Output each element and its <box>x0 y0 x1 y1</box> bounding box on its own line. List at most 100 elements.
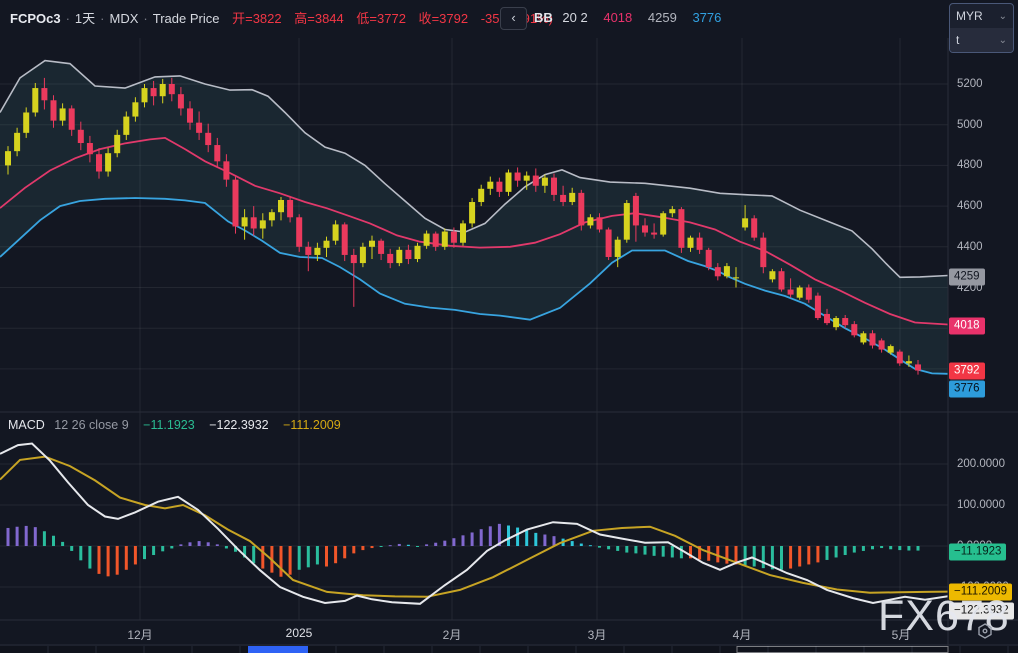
candle-91[interactable] <box>833 318 839 327</box>
exchange-label[interactable]: MDX <box>110 11 139 26</box>
candle-7[interactable] <box>69 108 75 129</box>
candle-51[interactable] <box>469 202 475 223</box>
candle-11[interactable] <box>105 153 111 171</box>
candle-93[interactable] <box>851 324 857 335</box>
candle-6[interactable] <box>60 108 66 120</box>
candle-10[interactable] <box>96 154 102 171</box>
candle-44[interactable] <box>405 250 411 259</box>
candle-43[interactable] <box>396 250 402 263</box>
candle-29[interactable] <box>269 212 275 220</box>
candle-60[interactable] <box>551 178 557 195</box>
candle-76[interactable] <box>697 238 703 250</box>
candle-27[interactable] <box>251 217 257 228</box>
candle-45[interactable] <box>415 246 421 259</box>
candle-88[interactable] <box>806 288 812 300</box>
candle-79[interactable] <box>724 266 730 276</box>
candle-57[interactable] <box>524 176 530 181</box>
candle-72[interactable] <box>660 213 666 234</box>
candle-17[interactable] <box>160 84 166 96</box>
candle-34[interactable] <box>314 248 320 255</box>
candle-53[interactable] <box>487 182 493 189</box>
candle-71[interactable] <box>651 233 657 235</box>
candle-13[interactable] <box>123 117 129 135</box>
candle-82[interactable] <box>751 218 757 237</box>
candle-16[interactable] <box>151 88 157 96</box>
axis-settings-gear-icon[interactable] <box>976 622 994 640</box>
candle-40[interactable] <box>369 241 375 247</box>
candle-24[interactable] <box>223 161 229 179</box>
candle-65[interactable] <box>597 217 603 229</box>
candle-86[interactable] <box>788 290 794 295</box>
candle-18[interactable] <box>169 84 175 94</box>
candle-12[interactable] <box>114 135 120 153</box>
candle-90[interactable] <box>824 314 830 323</box>
candle-5[interactable] <box>51 100 57 120</box>
candle-4[interactable] <box>41 88 47 100</box>
candle-3[interactable] <box>32 88 38 112</box>
interval-label[interactable]: 1天 <box>75 11 95 26</box>
candle-61[interactable] <box>560 195 566 202</box>
candle-66[interactable] <box>606 230 612 257</box>
macd-indicator-legend[interactable]: MACD 12 26 close 9 −11.1923 −122.3932 −1… <box>8 418 341 432</box>
candle-73[interactable] <box>669 209 675 213</box>
candle-85[interactable] <box>779 271 785 289</box>
candle-81[interactable] <box>742 218 748 227</box>
candle-15[interactable] <box>142 88 148 102</box>
candle-96[interactable] <box>879 340 885 349</box>
candle-14[interactable] <box>132 102 138 116</box>
minimap-strip[interactable] <box>0 646 1018 653</box>
candle-1[interactable] <box>14 133 20 151</box>
candle-25[interactable] <box>233 180 239 227</box>
candle-20[interactable] <box>187 108 193 122</box>
unit-dropdown[interactable]: t ⌄ <box>950 28 1013 52</box>
candle-64[interactable] <box>587 217 593 225</box>
candle-80[interactable] <box>733 277 739 278</box>
candle-42[interactable] <box>387 254 393 263</box>
candle-54[interactable] <box>496 182 502 192</box>
candle-77[interactable] <box>706 250 712 267</box>
candle-59[interactable] <box>542 178 548 186</box>
candle-89[interactable] <box>815 296 821 318</box>
candle-38[interactable] <box>351 255 357 263</box>
candle-100[interactable] <box>915 364 921 370</box>
candle-22[interactable] <box>205 133 211 145</box>
candle-36[interactable] <box>333 224 339 240</box>
candle-74[interactable] <box>678 209 684 248</box>
candle-19[interactable] <box>178 94 184 108</box>
candle-9[interactable] <box>87 143 93 154</box>
candle-52[interactable] <box>478 189 484 202</box>
candle-2[interactable] <box>23 112 29 132</box>
candle-94[interactable] <box>860 333 866 342</box>
candle-23[interactable] <box>214 145 220 161</box>
candle-33[interactable] <box>305 247 311 255</box>
candle-84[interactable] <box>769 271 775 279</box>
candle-46[interactable] <box>424 234 430 246</box>
candle-63[interactable] <box>578 193 584 226</box>
candle-95[interactable] <box>870 333 876 345</box>
chart-canvas[interactable] <box>0 0 1018 653</box>
candle-68[interactable] <box>624 203 630 240</box>
candle-83[interactable] <box>760 238 766 268</box>
symbol-name[interactable]: FCPOc3 <box>10 11 61 26</box>
candle-28[interactable] <box>260 220 266 228</box>
candle-62[interactable] <box>569 193 575 202</box>
candle-21[interactable] <box>196 123 202 133</box>
currency-dropdown[interactable]: MYR ⌄ <box>950 4 1013 28</box>
candle-58[interactable] <box>533 176 539 186</box>
candle-48[interactable] <box>442 232 448 247</box>
minimap-highlight[interactable] <box>248 646 308 653</box>
candle-26[interactable] <box>242 217 248 226</box>
candle-87[interactable] <box>797 288 803 298</box>
candle-92[interactable] <box>842 318 848 325</box>
candle-69[interactable] <box>633 196 639 226</box>
candle-0[interactable] <box>5 151 11 165</box>
candle-78[interactable] <box>715 267 721 276</box>
candle-32[interactable] <box>296 217 302 247</box>
candle-31[interactable] <box>287 200 293 217</box>
candle-98[interactable] <box>897 352 903 364</box>
candle-35[interactable] <box>324 241 330 248</box>
candle-67[interactable] <box>615 240 621 257</box>
candle-56[interactable] <box>515 173 521 181</box>
candle-8[interactable] <box>78 130 84 143</box>
candle-55[interactable] <box>506 173 512 192</box>
